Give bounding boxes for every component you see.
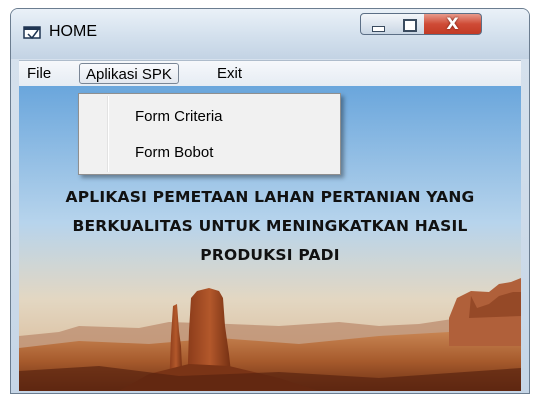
- app-heading: APLIKASI PEMETAAN LAHAN PERTANIAN YANG B…: [19, 183, 521, 270]
- window-title: HOME: [49, 23, 97, 40]
- app-window-icon: [23, 26, 41, 40]
- menu-exit[interactable]: Exit: [211, 63, 248, 84]
- app-window: HOME X File Aplikasi SPK Exit APLIKASI P…: [10, 8, 530, 394]
- heading-line-3: PRODUKSI PADI: [200, 246, 340, 264]
- heading-line-1: APLIKASI PEMETAAN LAHAN PERTANIAN YANG: [65, 188, 475, 206]
- minimize-icon: [372, 26, 385, 32]
- menu-item-form-criteria[interactable]: Form Criteria: [79, 102, 340, 132]
- menu-file[interactable]: File: [21, 63, 57, 84]
- close-button[interactable]: X: [424, 13, 482, 35]
- menu-bar: File Aplikasi SPK Exit: [19, 60, 521, 86]
- title-bar[interactable]: HOME X: [11, 9, 529, 59]
- minimize-button[interactable]: [360, 13, 394, 35]
- maximize-icon: [403, 19, 417, 32]
- menu-item-form-bobot[interactable]: Form Bobot: [79, 138, 340, 168]
- heading-line-2: BERKUALITAS UNTUK MENINGKATKAN HASIL: [72, 217, 468, 235]
- maximize-button[interactable]: [393, 13, 425, 35]
- close-icon: X: [446, 14, 459, 33]
- aplikasi-spk-dropdown: Form Criteria Form Bobot: [78, 93, 341, 175]
- menu-aplikasi-spk[interactable]: Aplikasi SPK: [79, 63, 179, 84]
